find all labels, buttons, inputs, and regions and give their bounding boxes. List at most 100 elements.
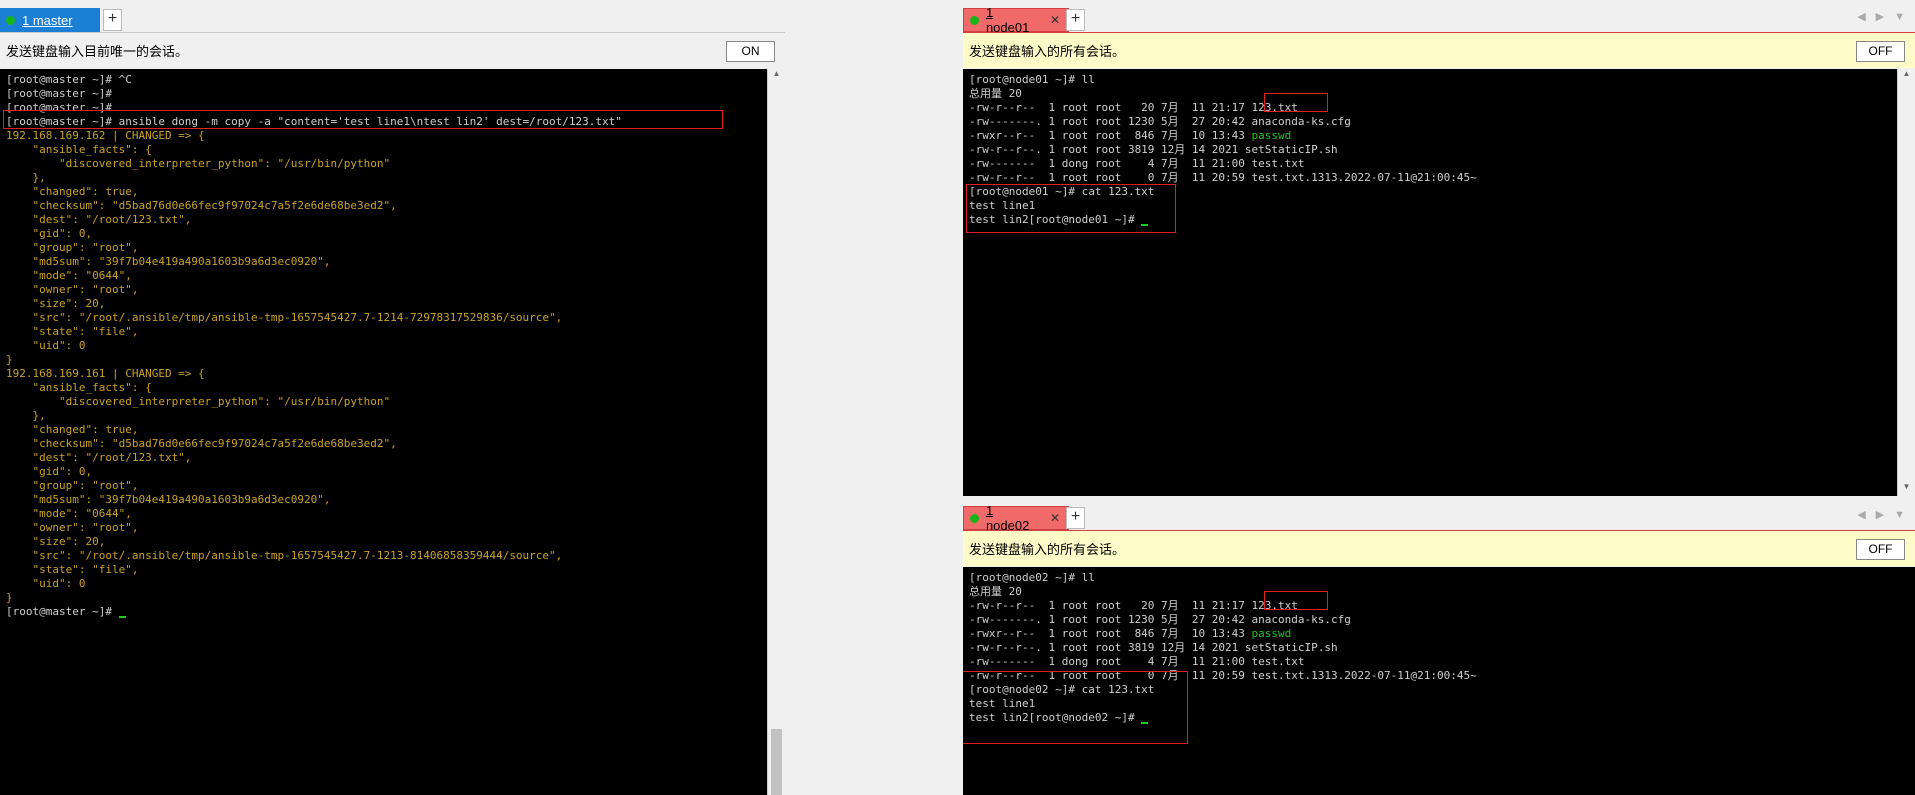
terminal-line-text: [root@node01 ~]# ll	[969, 73, 1095, 86]
send-keys-toggle-button[interactable]: OFF	[1856, 41, 1905, 62]
terminal-line-text: -rw------- 1 dong root 4 7月 11 21:00 tes…	[969, 655, 1305, 668]
terminal-line-text: "changed": true,	[6, 423, 139, 436]
terminal-line: -rw-r--r-- 1 root root 0 7月 11 20:59 tes…	[969, 171, 1477, 185]
terminal-line: -rw-------. 1 root root 1230 5月 27 20:42…	[969, 613, 1477, 627]
terminal-line: "owner": "root",	[6, 521, 622, 535]
scroll-up-icon[interactable]: ▲	[1898, 69, 1915, 83]
pane-divider[interactable]	[785, 0, 963, 795]
terminal-line: -rw-r--r-- 1 root root 20 7月 11 21:17 12…	[969, 101, 1477, 115]
terminal-line: -rwxr--r-- 1 root root 846 7月 10 13:43 p…	[969, 129, 1477, 143]
terminal-line-text: },	[6, 171, 46, 184]
terminal-line: "gid": 0,	[6, 227, 622, 241]
terminal-line-text: -rw-r--r--. 1 root root 3819 12月 14 2021…	[969, 641, 1338, 654]
tab-master[interactable]: 1 master	[0, 8, 100, 32]
terminal-line: "mode": "0644",	[6, 507, 622, 521]
scrollbar-thumb[interactable]	[771, 729, 782, 795]
terminal-line: 192.168.169.161 | CHANGED => {	[6, 367, 622, 381]
terminal-line-text: 总用量 20	[969, 585, 1022, 598]
node02-tab-bar: 1 node02 ✕ + ◀▶▼	[963, 498, 1915, 533]
terminal-line-text: "src": "/root/.ansible/tmp/ansible-tmp-1…	[6, 549, 563, 562]
terminal-line: "group": "root",	[6, 479, 622, 493]
terminal-line: "group": "root",	[6, 241, 622, 255]
terminal-line-text: 总用量 20	[969, 87, 1022, 100]
terminal-line: "size": 20,	[6, 535, 622, 549]
cat-output-highlight-box	[966, 184, 1176, 233]
terminal-line: "uid": 0	[6, 339, 622, 353]
terminal-line-text: "gid": 0,	[6, 465, 93, 478]
close-tab-icon[interactable]: ✕	[1050, 13, 1060, 27]
terminal-line-text: "state": "file",	[6, 563, 139, 576]
terminal-line: "checksum": "d5bad76d0e66fec9f97024c7a5f…	[6, 437, 622, 451]
terminal-line-text: },	[6, 409, 46, 422]
terminal-line-text: -rw------- 1 dong root 4 7月 11 21:00 tes…	[969, 157, 1305, 170]
terminal-line-text: "uid": 0	[6, 577, 86, 590]
master-terminal[interactable]: [root@master ~]# ^C [root@master ~]# [root…	[0, 69, 768, 795]
tab-scroll-arrows[interactable]: ◀▶▼	[1857, 10, 1915, 23]
terminal-line: [root@master ~]# ^C	[6, 73, 622, 87]
command-highlight-box	[3, 110, 723, 129]
terminal-line-text: -rw-r--r--. 1 root root 3819 12月 14 2021…	[969, 143, 1338, 156]
file-highlight-box	[1264, 93, 1328, 112]
master-scrollbar[interactable]: ▲	[767, 69, 785, 795]
terminal-line: -rw-r--r--. 1 root root 3819 12月 14 2021…	[969, 641, 1477, 655]
terminal-line-text: "ansible_facts": {	[6, 143, 152, 156]
terminal-line: [root@node02 ~]# ll	[969, 571, 1477, 585]
new-tab-button[interactable]: +	[103, 9, 122, 31]
terminal-line-text: -rw-r--r-- 1 root root 0 7月 11 20:59 tes…	[969, 171, 1477, 184]
send-keys-toggle-button[interactable]: OFF	[1856, 539, 1905, 560]
terminal-line: "md5sum": "39f7b04e419a490a1603b9a6d3ec0…	[6, 493, 622, 507]
master-session-pane: 1 master + ◀▶▼ 发送键盘输入目前唯一的会话。 ON [root@m…	[0, 0, 785, 795]
terminal-line: "owner": "root",	[6, 283, 622, 297]
terminal-line-text: "state": "file",	[6, 325, 139, 338]
terminal-line: -rwxr--r-- 1 root root 846 7月 10 13:43 p…	[969, 627, 1477, 641]
terminal-line: }	[6, 353, 622, 367]
file-highlight-box	[1264, 591, 1328, 610]
terminal-line: "ansible_facts": {	[6, 381, 622, 395]
terminal-line-text: -rwxr--r-- 1 root root 846 7月 10 13:43	[969, 627, 1252, 640]
terminal-line-text: "src": "/root/.ansible/tmp/ansible-tmp-1…	[6, 311, 563, 324]
terminal-line-text: "uid": 0	[6, 339, 86, 352]
terminal-line: "changed": true,	[6, 185, 622, 199]
file-name: passwd	[1251, 627, 1292, 640]
node01-terminal[interactable]: [root@node01 ~]# ll 总用量 20 -rw-r--r-- 1 ro…	[963, 69, 1898, 496]
terminal-line-text: "group": "root",	[6, 479, 139, 492]
master-terminal-output: [root@master ~]# ^C [root@master ~]# [root…	[6, 73, 622, 619]
connected-status-icon	[970, 15, 979, 25]
terminal-cursor	[118, 616, 126, 618]
master-tab-bar: 1 master + ◀▶▼	[0, 0, 785, 33]
send-keys-toggle-button[interactable]: ON	[726, 41, 775, 62]
terminal-line-text: "owner": "root",	[6, 283, 139, 296]
tab-node02[interactable]: 1 node02 ✕	[963, 503, 1069, 533]
send-keys-bar: 发送键盘输入目前唯一的会话。 ON	[0, 33, 785, 68]
new-tab-button[interactable]: +	[1066, 9, 1085, 31]
terminal-line-text: "discovered_interpreter_python": "/usr/b…	[6, 395, 391, 408]
terminal-line-text: "mode": "0644",	[6, 507, 132, 520]
terminal-line-text: "size": 20,	[6, 535, 106, 548]
new-tab-button[interactable]: +	[1066, 507, 1085, 529]
terminal-line: [root@master ~]#	[6, 605, 622, 619]
tab-scroll-arrows[interactable]: ◀▶▼	[1857, 508, 1915, 521]
terminal-line: -rw-r--r-- 1 root root 20 7月 11 21:17 12…	[969, 599, 1477, 613]
terminal-line: 总用量 20	[969, 87, 1477, 101]
scroll-up-icon[interactable]: ▲	[768, 69, 785, 83]
tab-node01[interactable]: 1 node01 ✕	[963, 5, 1069, 35]
scroll-down-icon[interactable]: ▼	[1898, 482, 1915, 496]
tab-node02-label: 1 node02	[985, 503, 1030, 533]
terminal-line: "mode": "0644",	[6, 269, 622, 283]
terminal-line: "uid": 0	[6, 577, 622, 591]
node01-scrollbar[interactable]: ▲ ▼	[1897, 69, 1915, 496]
terminal-line-text: "md5sum": "39f7b04e419a490a1603b9a6d3ec0…	[6, 493, 331, 506]
send-keys-bar: 发送键盘输入的所有会话。 OFF	[963, 531, 1915, 566]
terminal-line-text: "dest": "/root/123.txt",	[6, 451, 192, 464]
terminal-line: "gid": 0,	[6, 465, 622, 479]
terminal-line-text: -rw-r--r-- 1 root root 20 7月 11 21:17	[969, 599, 1252, 612]
close-tab-icon[interactable]: ✕	[1050, 511, 1060, 525]
terminal-line: -rw------- 1 dong root 4 7月 11 21:00 tes…	[969, 157, 1477, 171]
terminal-line-text: "group": "root",	[6, 241, 139, 254]
terminal-line: 192.168.169.162 | CHANGED => {	[6, 129, 622, 143]
file-name: passwd	[1251, 129, 1292, 142]
terminal-line: "dest": "/root/123.txt",	[6, 451, 622, 465]
terminal-line-text: "owner": "root",	[6, 521, 139, 534]
terminal-line-text: [root@node02 ~]# ll	[969, 571, 1095, 584]
node02-terminal[interactable]: [root@node02 ~]# ll 总用量 20 -rw-r--r-- 1 ro…	[963, 567, 1915, 795]
